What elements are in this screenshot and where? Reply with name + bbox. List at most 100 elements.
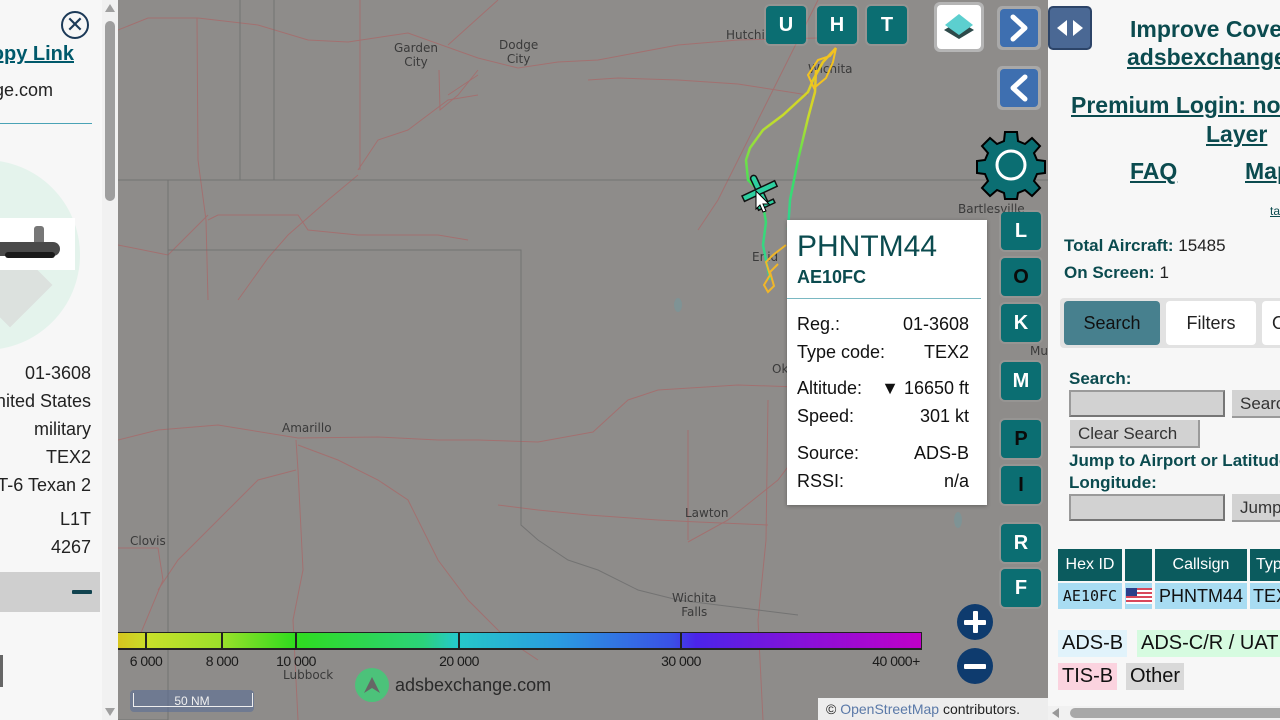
popup-divider <box>787 298 981 299</box>
column-header-callsign[interactable]: Callsign <box>1155 549 1247 581</box>
scroll-down-icon[interactable] <box>105 708 115 716</box>
scale-bar: 50 NM <box>130 690 254 712</box>
map-button-r[interactable]: R <box>1001 524 1041 562</box>
chevron-left-icon <box>1010 74 1028 102</box>
search-input[interactable] <box>1069 390 1225 417</box>
map-button-f[interactable]: F <box>1001 569 1041 607</box>
vertical-scrollbar[interactable] <box>102 0 118 720</box>
total-aircraft-stat: Total Aircraft: 15485 <box>1064 236 1226 255</box>
column-header-hex[interactable]: Hex ID <box>1058 549 1122 581</box>
legend-other: Other <box>1126 663 1185 690</box>
close-icon[interactable]: ✕ <box>61 11 89 39</box>
category-value: military <box>34 419 91 439</box>
next-aircraft-button[interactable] <box>997 6 1041 50</box>
scrollbar-thumb[interactable] <box>105 21 115 201</box>
section-collapse-bar[interactable] <box>0 572 100 612</box>
legend-label-10000: 10 000 <box>276 653 316 669</box>
arrows-left-right-icon <box>1057 20 1083 36</box>
registration-value: 01-3608 <box>24 363 91 383</box>
previous-aircraft-button[interactable] <box>997 66 1041 110</box>
divider <box>0 123 92 124</box>
jump-input[interactable] <box>1069 494 1225 521</box>
minus-icon <box>964 663 986 669</box>
on-screen-stat: On Screen: 1 <box>1064 263 1169 282</box>
map-button-k[interactable]: K <box>1001 304 1041 342</box>
map-button-l[interactable]: L <box>1001 212 1041 250</box>
layers-button[interactable] <box>934 2 984 52</box>
premium-login-link[interactable]: Premium Login: no ads <box>1071 92 1280 119</box>
map-button-o[interactable]: O <box>1001 258 1041 296</box>
map-button-t[interactable]: T <box>867 6 907 44</box>
legend-label-40000-plus: 40 000+ <box>872 653 920 669</box>
tab-other[interactable]: Other <box>1262 301 1280 345</box>
popup-hex: AE10FC <box>797 267 867 287</box>
improve-coverage-title: Improve Coverage <box>1130 16 1280 42</box>
legend-ads-c-uat: ADS-C/R / UAT <box>1137 630 1280 657</box>
us-flag-icon <box>1125 583 1152 609</box>
zoom-in-button[interactable] <box>957 604 993 640</box>
chevron-right-icon <box>1010 14 1028 42</box>
horizontal-scrollbar[interactable] <box>1048 706 1280 720</box>
popup-row-altitude: Altitude: ▼ 16650 ft <box>797 378 969 398</box>
aircraft-photo[interactable] <box>0 218 75 270</box>
minus-icon <box>72 590 92 594</box>
country-value: United States <box>0 391 91 411</box>
premium-login-link-line2[interactable]: Layer <box>1206 121 1267 148</box>
zoom-out-button[interactable] <box>957 648 993 684</box>
column-header-type[interactable]: Type <box>1250 549 1280 581</box>
search-label: Search: <box>1069 369 1132 388</box>
aircraft-popup[interactable]: PHNTM44 AE10FC Reg.: 01-3608 Type code: TE… <box>787 220 987 505</box>
map-button-h[interactable]: H <box>817 6 857 44</box>
map-link[interactable]: Map <box>1245 158 1280 185</box>
partial-element <box>0 655 3 687</box>
map-button-i[interactable]: I <box>1001 466 1041 504</box>
popup-row-source: Source: ADS-B <box>797 443 969 463</box>
brand-text: adsbexchange.com <box>395 674 552 695</box>
sidebar-tabs: Search Filters Other <box>1060 298 1280 348</box>
table-cell-type[interactable]: TEX2 <box>1250 583 1280 609</box>
legend-tick <box>145 633 147 649</box>
map-view[interactable]: Garden City Dodge City Hutchi Wichita Bart… <box>118 0 1048 720</box>
toggle-sidebar-button[interactable] <box>1048 6 1092 50</box>
table-cell-callsign[interactable]: PHNTM44 <box>1155 583 1247 609</box>
layers-icon <box>944 14 974 39</box>
legend-tis-b: TIS-B <box>1058 663 1118 690</box>
popup-row-reg: Reg.: 01-3608 <box>797 314 969 334</box>
table-cell-hex[interactable]: AE10FC <box>1058 583 1122 609</box>
popup-row-type: Type code: TEX2 <box>797 342 969 362</box>
column-header-flag[interactable] <box>1125 549 1152 581</box>
brand-watermark: adsbexchange.com <box>355 668 551 702</box>
scrollbar-thumb[interactable] <box>1070 708 1280 718</box>
track-loop-wichita <box>806 47 837 90</box>
openstreetmap-link[interactable]: OpenStreetMap <box>840 701 939 717</box>
site-link-text: adsbexchange.com <box>0 80 53 100</box>
clear-search-button[interactable]: Clear Search <box>1070 420 1200 448</box>
scroll-left-icon[interactable] <box>1052 708 1059 718</box>
legend-tick <box>680 633 682 649</box>
type-code-value: TEX2 <box>45 447 91 467</box>
adsbexchange-link[interactable]: adsbexchange.com <box>1127 44 1280 71</box>
popup-row-rssi: RSSI: n/a <box>797 471 969 491</box>
legend-label-8000: 8 000 <box>205 653 239 669</box>
gear-icon[interactable] <box>976 130 1046 200</box>
altitude-legend-bar <box>118 632 922 650</box>
tab-filters[interactable]: Filters <box>1166 301 1256 345</box>
copy-link[interactable]: Copy Link <box>0 43 74 66</box>
map-button-p[interactable]: P <box>1001 420 1041 458</box>
tab-search[interactable]: Search <box>1064 301 1160 345</box>
faq-link[interactable]: FAQ <box>1130 158 1177 185</box>
legend-label-6000: 6 000 <box>129 653 163 669</box>
legend-tick <box>295 633 297 649</box>
scroll-up-icon[interactable] <box>105 4 115 12</box>
jump-label: Jump to Airport or Latitude, Longitude: <box>1069 451 1280 492</box>
jump-button[interactable]: Jump <box>1232 494 1280 522</box>
small-link[interactable]: ta <box>1270 204 1280 218</box>
legend-ads-b: ADS-B <box>1058 630 1128 657</box>
adsbexchange-logo-icon <box>355 668 389 702</box>
scale-label: 50 NM <box>174 694 210 708</box>
search-button[interactable]: Search <box>1232 390 1280 418</box>
legend-label-30000: 30 000 <box>661 653 701 669</box>
map-button-u[interactable]: U <box>766 6 806 44</box>
map-button-m[interactable]: M <box>1001 362 1041 400</box>
type-name-value: T-6 Texan 2 <box>0 475 91 495</box>
